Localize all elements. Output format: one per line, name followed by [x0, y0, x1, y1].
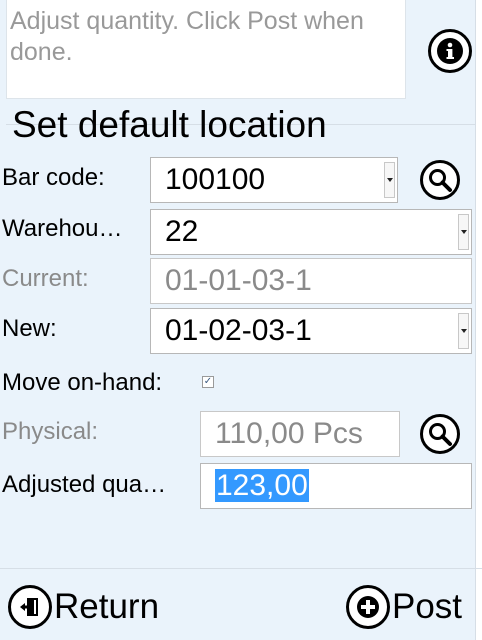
magnifier-icon [429, 169, 452, 192]
barcode-combo[interactable]: 100100 [150, 157, 398, 203]
physical-qty-value: 110,00 Pcs [215, 417, 363, 450]
warehouse-label: Warehou… [2, 215, 123, 242]
adjusted-qty-input[interactable]: 123,00 [200, 463, 472, 509]
move-onhand-checkbox[interactable]: ✓ [202, 376, 214, 388]
section-title: Set default location [12, 104, 327, 145]
barcode-dropdown-arrow[interactable] [384, 162, 395, 198]
physical-qty-field: 110,00 Pcs [200, 411, 400, 457]
return-button[interactable]: Return [8, 585, 159, 629]
exit-door-icon [20, 598, 38, 616]
info-icon [437, 38, 463, 64]
warehouse-dropdown-arrow[interactable] [458, 214, 469, 250]
return-label: Return [54, 587, 160, 626]
right-edge-strip [475, 0, 482, 640]
new-location-combo[interactable]: 01-02-03-1 [150, 308, 472, 354]
chevron-down-icon [460, 230, 467, 234]
chevron-down-icon [386, 178, 393, 182]
barcode-search-button[interactable] [420, 160, 460, 200]
move-onhand-label: Move on-hand: [2, 369, 163, 396]
instruction-text: Adjust quantity. Click Post when done. [10, 7, 364, 66]
chevron-down-icon [460, 329, 467, 333]
plus-icon [357, 596, 379, 618]
current-label: Current: [2, 265, 89, 292]
adjusted-qty-value: 123,00 [215, 469, 309, 502]
current-location-field: 01-01-03-1 [150, 258, 472, 304]
physical-search-button[interactable] [420, 414, 460, 454]
new-location-value: 01-02-03-1 [165, 314, 312, 347]
post-icon-circle [346, 585, 390, 629]
footer-separator [0, 568, 482, 569]
magnifier-icon [429, 423, 452, 446]
adjusted-qty-label: Adjusted qua… [2, 471, 167, 498]
post-button[interactable]: Post [346, 585, 462, 629]
barcode-value: 100100 [165, 163, 266, 196]
new-label: New: [2, 315, 57, 342]
info-button[interactable] [428, 29, 472, 73]
return-icon-circle [8, 585, 52, 629]
warehouse-combo[interactable]: 22 [150, 209, 472, 255]
new-location-dropdown-arrow[interactable] [458, 313, 469, 349]
warehouse-value: 22 [165, 215, 199, 248]
current-location-value: 01-01-03-1 [165, 264, 312, 297]
checkmark-icon: ✓ [203, 376, 213, 387]
physical-label: Physical: [2, 418, 99, 445]
barcode-label: Bar code: [2, 164, 105, 191]
post-label: Post [392, 587, 463, 626]
